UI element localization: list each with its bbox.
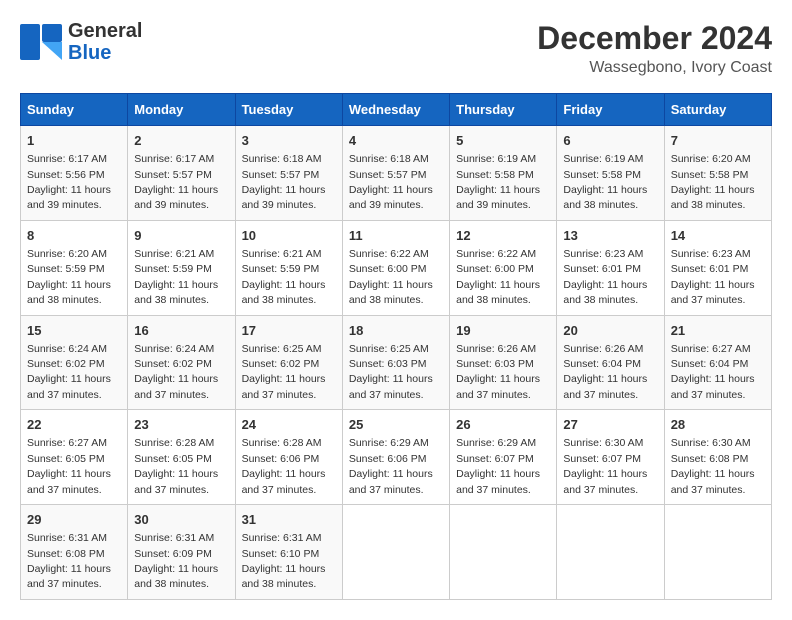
calendar-cell: 14 Sunrise: 6:23 AMSunset: 6:01 PMDaylig… (664, 220, 771, 315)
header-thursday: Thursday (450, 94, 557, 126)
calendar-cell: 1 Sunrise: 6:17 AMSunset: 5:56 PMDayligh… (21, 126, 128, 221)
calendar-cell: 16 Sunrise: 6:24 AMSunset: 6:02 PMDaylig… (128, 315, 235, 410)
calendar-cell: 29 Sunrise: 6:31 AMSunset: 6:08 PMDaylig… (21, 505, 128, 600)
main-title: December 2024 (537, 20, 772, 57)
calendar-header-row: Sunday Monday Tuesday Wednesday Thursday… (21, 94, 772, 126)
header-saturday: Saturday (664, 94, 771, 126)
header-monday: Monday (128, 94, 235, 126)
calendar-cell: 10 Sunrise: 6:21 AMSunset: 5:59 PMDaylig… (235, 220, 342, 315)
subtitle: Wassegbono, Ivory Coast (537, 59, 772, 77)
calendar-cell: 30 Sunrise: 6:31 AMSunset: 6:09 PMDaylig… (128, 505, 235, 600)
header-wednesday: Wednesday (342, 94, 449, 126)
logo-general: General (68, 20, 142, 42)
calendar-week-5: 29 Sunrise: 6:31 AMSunset: 6:08 PMDaylig… (21, 505, 772, 600)
calendar-cell: 23 Sunrise: 6:28 AMSunset: 6:05 PMDaylig… (128, 410, 235, 505)
calendar-cell (557, 505, 664, 600)
page-header: General Blue December 2024 Wassegbono, I… (20, 20, 772, 77)
calendar-cell: 12 Sunrise: 6:22 AMSunset: 6:00 PMDaylig… (450, 220, 557, 315)
calendar-week-4: 22 Sunrise: 6:27 AMSunset: 6:05 PMDaylig… (21, 410, 772, 505)
header-tuesday: Tuesday (235, 94, 342, 126)
calendar-cell: 28 Sunrise: 6:30 AMSunset: 6:08 PMDaylig… (664, 410, 771, 505)
calendar-cell: 26 Sunrise: 6:29 AMSunset: 6:07 PMDaylig… (450, 410, 557, 505)
calendar-cell (664, 505, 771, 600)
calendar-cell (342, 505, 449, 600)
calendar-cell: 20 Sunrise: 6:26 AMSunset: 6:04 PMDaylig… (557, 315, 664, 410)
calendar-week-1: 1 Sunrise: 6:17 AMSunset: 5:56 PMDayligh… (21, 126, 772, 221)
calendar-cell: 15 Sunrise: 6:24 AMSunset: 6:02 PMDaylig… (21, 315, 128, 410)
logo-blue: Blue (68, 42, 142, 64)
calendar-cell: 5 Sunrise: 6:19 AMSunset: 5:58 PMDayligh… (450, 126, 557, 221)
title-block: December 2024 Wassegbono, Ivory Coast (537, 20, 772, 77)
calendar-cell: 17 Sunrise: 6:25 AMSunset: 6:02 PMDaylig… (235, 315, 342, 410)
calendar-week-3: 15 Sunrise: 6:24 AMSunset: 6:02 PMDaylig… (21, 315, 772, 410)
calendar-cell: 11 Sunrise: 6:22 AMSunset: 6:00 PMDaylig… (342, 220, 449, 315)
calendar-cell: 3 Sunrise: 6:18 AMSunset: 5:57 PMDayligh… (235, 126, 342, 221)
calendar-cell: 2 Sunrise: 6:17 AMSunset: 5:57 PMDayligh… (128, 126, 235, 221)
calendar-cell: 6 Sunrise: 6:19 AMSunset: 5:58 PMDayligh… (557, 126, 664, 221)
calendar-cell: 9 Sunrise: 6:21 AMSunset: 5:59 PMDayligh… (128, 220, 235, 315)
calendar-cell: 21 Sunrise: 6:27 AMSunset: 6:04 PMDaylig… (664, 315, 771, 410)
calendar-cell: 13 Sunrise: 6:23 AMSunset: 6:01 PMDaylig… (557, 220, 664, 315)
calendar-cell: 7 Sunrise: 6:20 AMSunset: 5:58 PMDayligh… (664, 126, 771, 221)
calendar-cell: 24 Sunrise: 6:28 AMSunset: 6:06 PMDaylig… (235, 410, 342, 505)
calendar-table: Sunday Monday Tuesday Wednesday Thursday… (20, 93, 772, 600)
calendar-cell: 18 Sunrise: 6:25 AMSunset: 6:03 PMDaylig… (342, 315, 449, 410)
calendar-cell: 19 Sunrise: 6:26 AMSunset: 6:03 PMDaylig… (450, 315, 557, 410)
logo: General Blue (20, 20, 142, 64)
calendar-cell: 4 Sunrise: 6:18 AMSunset: 5:57 PMDayligh… (342, 126, 449, 221)
calendar-cell: 31 Sunrise: 6:31 AMSunset: 6:10 PMDaylig… (235, 505, 342, 600)
calendar-cell: 27 Sunrise: 6:30 AMSunset: 6:07 PMDaylig… (557, 410, 664, 505)
calendar-cell: 22 Sunrise: 6:27 AMSunset: 6:05 PMDaylig… (21, 410, 128, 505)
header-sunday: Sunday (21, 94, 128, 126)
calendar-cell (450, 505, 557, 600)
calendar-cell: 25 Sunrise: 6:29 AMSunset: 6:06 PMDaylig… (342, 410, 449, 505)
header-friday: Friday (557, 94, 664, 126)
calendar-week-2: 8 Sunrise: 6:20 AMSunset: 5:59 PMDayligh… (21, 220, 772, 315)
calendar-cell: 8 Sunrise: 6:20 AMSunset: 5:59 PMDayligh… (21, 220, 128, 315)
